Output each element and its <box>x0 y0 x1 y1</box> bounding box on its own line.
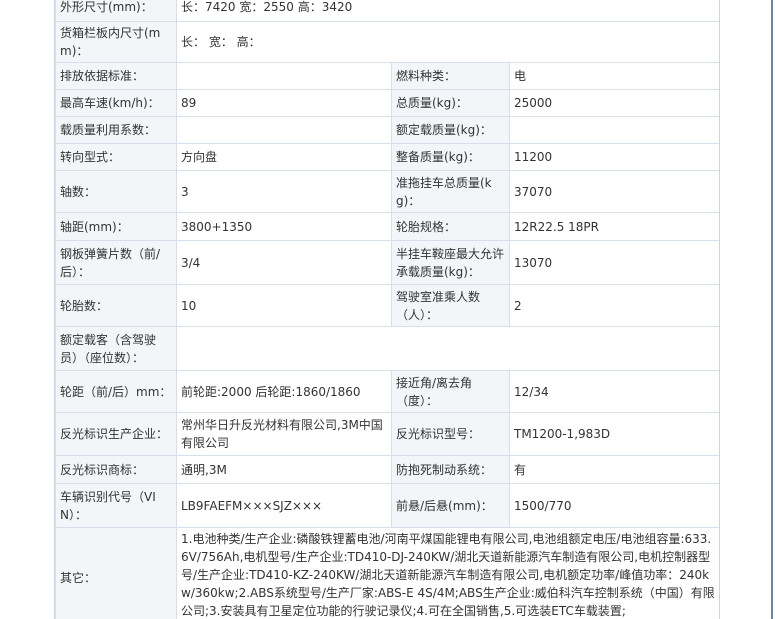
spec-value: 13070 <box>508 240 719 285</box>
table-row: 车辆识别代号（VIN）： LB9FAEFM×××SJZ××× 前悬/后悬(mm)… <box>55 483 719 528</box>
spec-label: 车辆识别代号（VIN）： <box>55 483 177 528</box>
spec-label: 燃料种类： <box>391 62 510 90</box>
spec-label: 转向型式： <box>55 143 177 171</box>
spec-label: 额定载客（含驾驶员）（座位数）： <box>55 326 177 371</box>
spec-label: 其它： <box>55 527 177 619</box>
spec-label: 排放依据标准： <box>55 62 177 90</box>
spec-value <box>508 116 719 144</box>
spec-value: LB9FAEFM×××SJZ××× <box>176 483 392 528</box>
spec-value: 25000 <box>508 89 719 117</box>
spec-label: 半挂车鞍座最大允许承载质量(kg)： <box>391 240 510 285</box>
spec-value: 12/34 <box>508 370 719 413</box>
spec-value: 37070 <box>508 170 719 213</box>
window-edge <box>771 0 773 619</box>
table-row: 额定载客（含驾驶员）（座位数）： <box>55 326 719 371</box>
spec-value <box>176 116 392 144</box>
spec-label: 载质量利用系数： <box>55 116 177 144</box>
table-row: 外形尺寸(mm)： 长：7420 宽：2550 高：3420 <box>55 0 719 22</box>
spec-value: 有 <box>508 455 719 484</box>
spec-value: 长： 宽： 高： <box>175 21 719 63</box>
table-row: 转向型式： 方向盘 整备质量(kg)： 11200 <box>55 143 719 171</box>
spec-value: TM1200-1,983D <box>508 412 719 456</box>
vehicle-spec-table: 外形尺寸(mm)： 长：7420 宽：2550 高：3420 货箱栏板内尺寸(m… <box>55 0 719 619</box>
spec-value: 电 <box>508 62 719 90</box>
spec-value: 长：7420 宽：2550 高：3420 <box>175 0 719 22</box>
spec-label: 轮距（前/后）mm： <box>55 370 177 413</box>
table-row: 钢板弹簧片数（前/后）： 3/4 半挂车鞍座最大允许承载质量(kg)： 1307… <box>55 240 719 285</box>
spec-label: 轮胎规格： <box>391 212 510 241</box>
table-row: 轴距(mm)： 3800+1350 轮胎规格： 12R22.5 18PR <box>55 212 719 241</box>
spec-value: 方向盘 <box>176 143 392 171</box>
table-row: 排放依据标准： 燃料种类： 电 <box>55 62 719 90</box>
spec-label: 反光标识商标： <box>55 455 177 484</box>
spec-label: 轴数： <box>55 170 177 213</box>
table-row: 反光标识生产企业： 常州华日升反光材料有限公司,3M中国有限公司 反光标识型号：… <box>55 412 719 456</box>
table-row: 载质量利用系数： 额定载质量(kg)： <box>55 116 719 144</box>
spec-label: 外形尺寸(mm)： <box>55 0 177 22</box>
spec-value: 通明,3M <box>176 455 392 484</box>
spec-label: 轴距(mm)： <box>55 212 177 241</box>
spec-value <box>176 62 392 90</box>
spec-value: 10 <box>176 284 392 327</box>
spec-label: 整备质量(kg)： <box>391 143 510 171</box>
spec-label: 反光标识型号： <box>391 412 510 456</box>
spec-label: 额定载质量(kg)： <box>391 116 510 144</box>
spec-label: 轮胎数： <box>55 284 177 327</box>
spec-label: 总质量(kg)： <box>391 89 510 117</box>
spec-value: 3/4 <box>176 240 392 285</box>
spec-table-frame: 外形尺寸(mm)： 长：7420 宽：2550 高：3420 货箱栏板内尺寸(m… <box>54 0 720 619</box>
spec-label: 驾驶室准乘人数（人）： <box>391 284 510 327</box>
spec-value: 3 <box>176 170 392 213</box>
table-row: 最高车速(km/h)： 89 总质量(kg)： 25000 <box>55 89 719 117</box>
spec-value: 12R22.5 18PR <box>508 212 719 241</box>
spec-value: 2 <box>508 284 719 327</box>
spec-label: 前悬/后悬(mm)： <box>391 483 510 528</box>
spec-value-notes: 1.电池种类/生产企业:磷酸铁锂蓄电池/河南平煤国能锂电有限公司,电池组额定电压… <box>175 527 719 619</box>
spec-label: 反光标识生产企业： <box>55 412 177 456</box>
table-row: 轮胎数： 10 驾驶室准乘人数（人）： 2 <box>55 284 719 327</box>
table-row: 轴数： 3 准拖挂车总质量(kg)： 37070 <box>55 170 719 213</box>
spec-value: 常州华日升反光材料有限公司,3M中国有限公司 <box>176 412 392 456</box>
spec-label: 准拖挂车总质量(kg)： <box>391 170 510 213</box>
table-row: 轮距（前/后）mm： 前轮距:2000 后轮距:1860/1860 接近角/离去… <box>55 370 719 413</box>
spec-value: 11200 <box>508 143 719 171</box>
spec-value: 1500/770 <box>508 483 719 528</box>
spec-label: 接近角/离去角（度）： <box>391 370 510 413</box>
spec-label: 防抱死制动系统： <box>391 455 510 484</box>
spec-value: 前轮距:2000 后轮距:1860/1860 <box>176 370 392 413</box>
table-row: 货箱栏板内尺寸(mm)： 长： 宽： 高： <box>55 21 719 63</box>
spec-value: 89 <box>176 89 392 117</box>
spec-label: 最高车速(km/h)： <box>55 89 177 117</box>
table-row: 其它： 1.电池种类/生产企业:磷酸铁锂蓄电池/河南平煤国能锂电有限公司,电池组… <box>55 527 719 619</box>
spec-value: 3800+1350 <box>176 212 392 241</box>
spec-label: 钢板弹簧片数（前/后）： <box>55 240 177 285</box>
spec-label: 货箱栏板内尺寸(mm)： <box>55 21 177 63</box>
spec-value <box>175 326 719 371</box>
table-row: 反光标识商标： 通明,3M 防抱死制动系统： 有 <box>55 455 719 484</box>
